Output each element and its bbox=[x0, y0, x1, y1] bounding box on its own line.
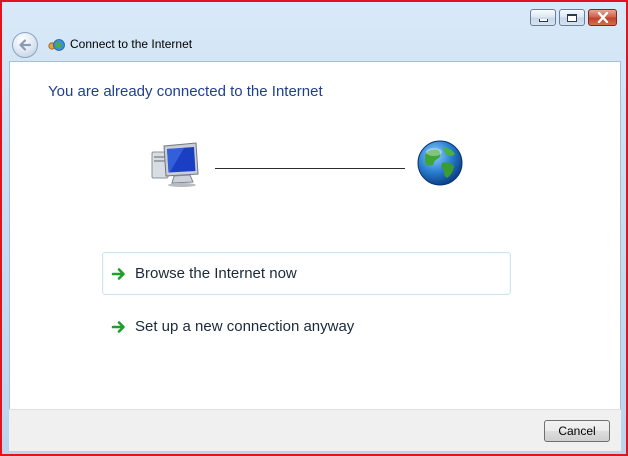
connection-line bbox=[215, 168, 405, 169]
dialog-footer: Cancel bbox=[9, 409, 621, 451]
window-title: Connect to the Internet bbox=[70, 37, 193, 51]
green-arrow-icon bbox=[111, 320, 125, 333]
option-label: Set up a new connection anyway bbox=[135, 318, 355, 335]
cancel-button[interactable]: Cancel bbox=[544, 420, 610, 442]
computer-icon bbox=[151, 142, 199, 187]
page-heading: You are already connected to the Interne… bbox=[48, 83, 323, 100]
globe-icon bbox=[417, 140, 463, 186]
maximize-icon bbox=[567, 13, 577, 22]
network-icon bbox=[48, 39, 65, 51]
dialog-window: Connect to the Internet You are already … bbox=[0, 0, 628, 456]
back-button[interactable] bbox=[12, 32, 38, 58]
minimize-icon bbox=[538, 19, 548, 22]
green-arrow-icon bbox=[111, 267, 125, 280]
browse-internet-option[interactable]: Browse the Internet now bbox=[102, 252, 511, 295]
setup-new-connection-option[interactable]: Set up a new connection anyway bbox=[102, 305, 511, 348]
option-label: Browse the Internet now bbox=[135, 265, 297, 282]
back-arrow-icon bbox=[19, 39, 32, 51]
caption-buttons bbox=[530, 9, 617, 26]
minimize-button[interactable] bbox=[530, 9, 556, 26]
maximize-button[interactable] bbox=[559, 9, 585, 26]
close-icon bbox=[597, 12, 608, 23]
close-button[interactable] bbox=[588, 9, 617, 26]
